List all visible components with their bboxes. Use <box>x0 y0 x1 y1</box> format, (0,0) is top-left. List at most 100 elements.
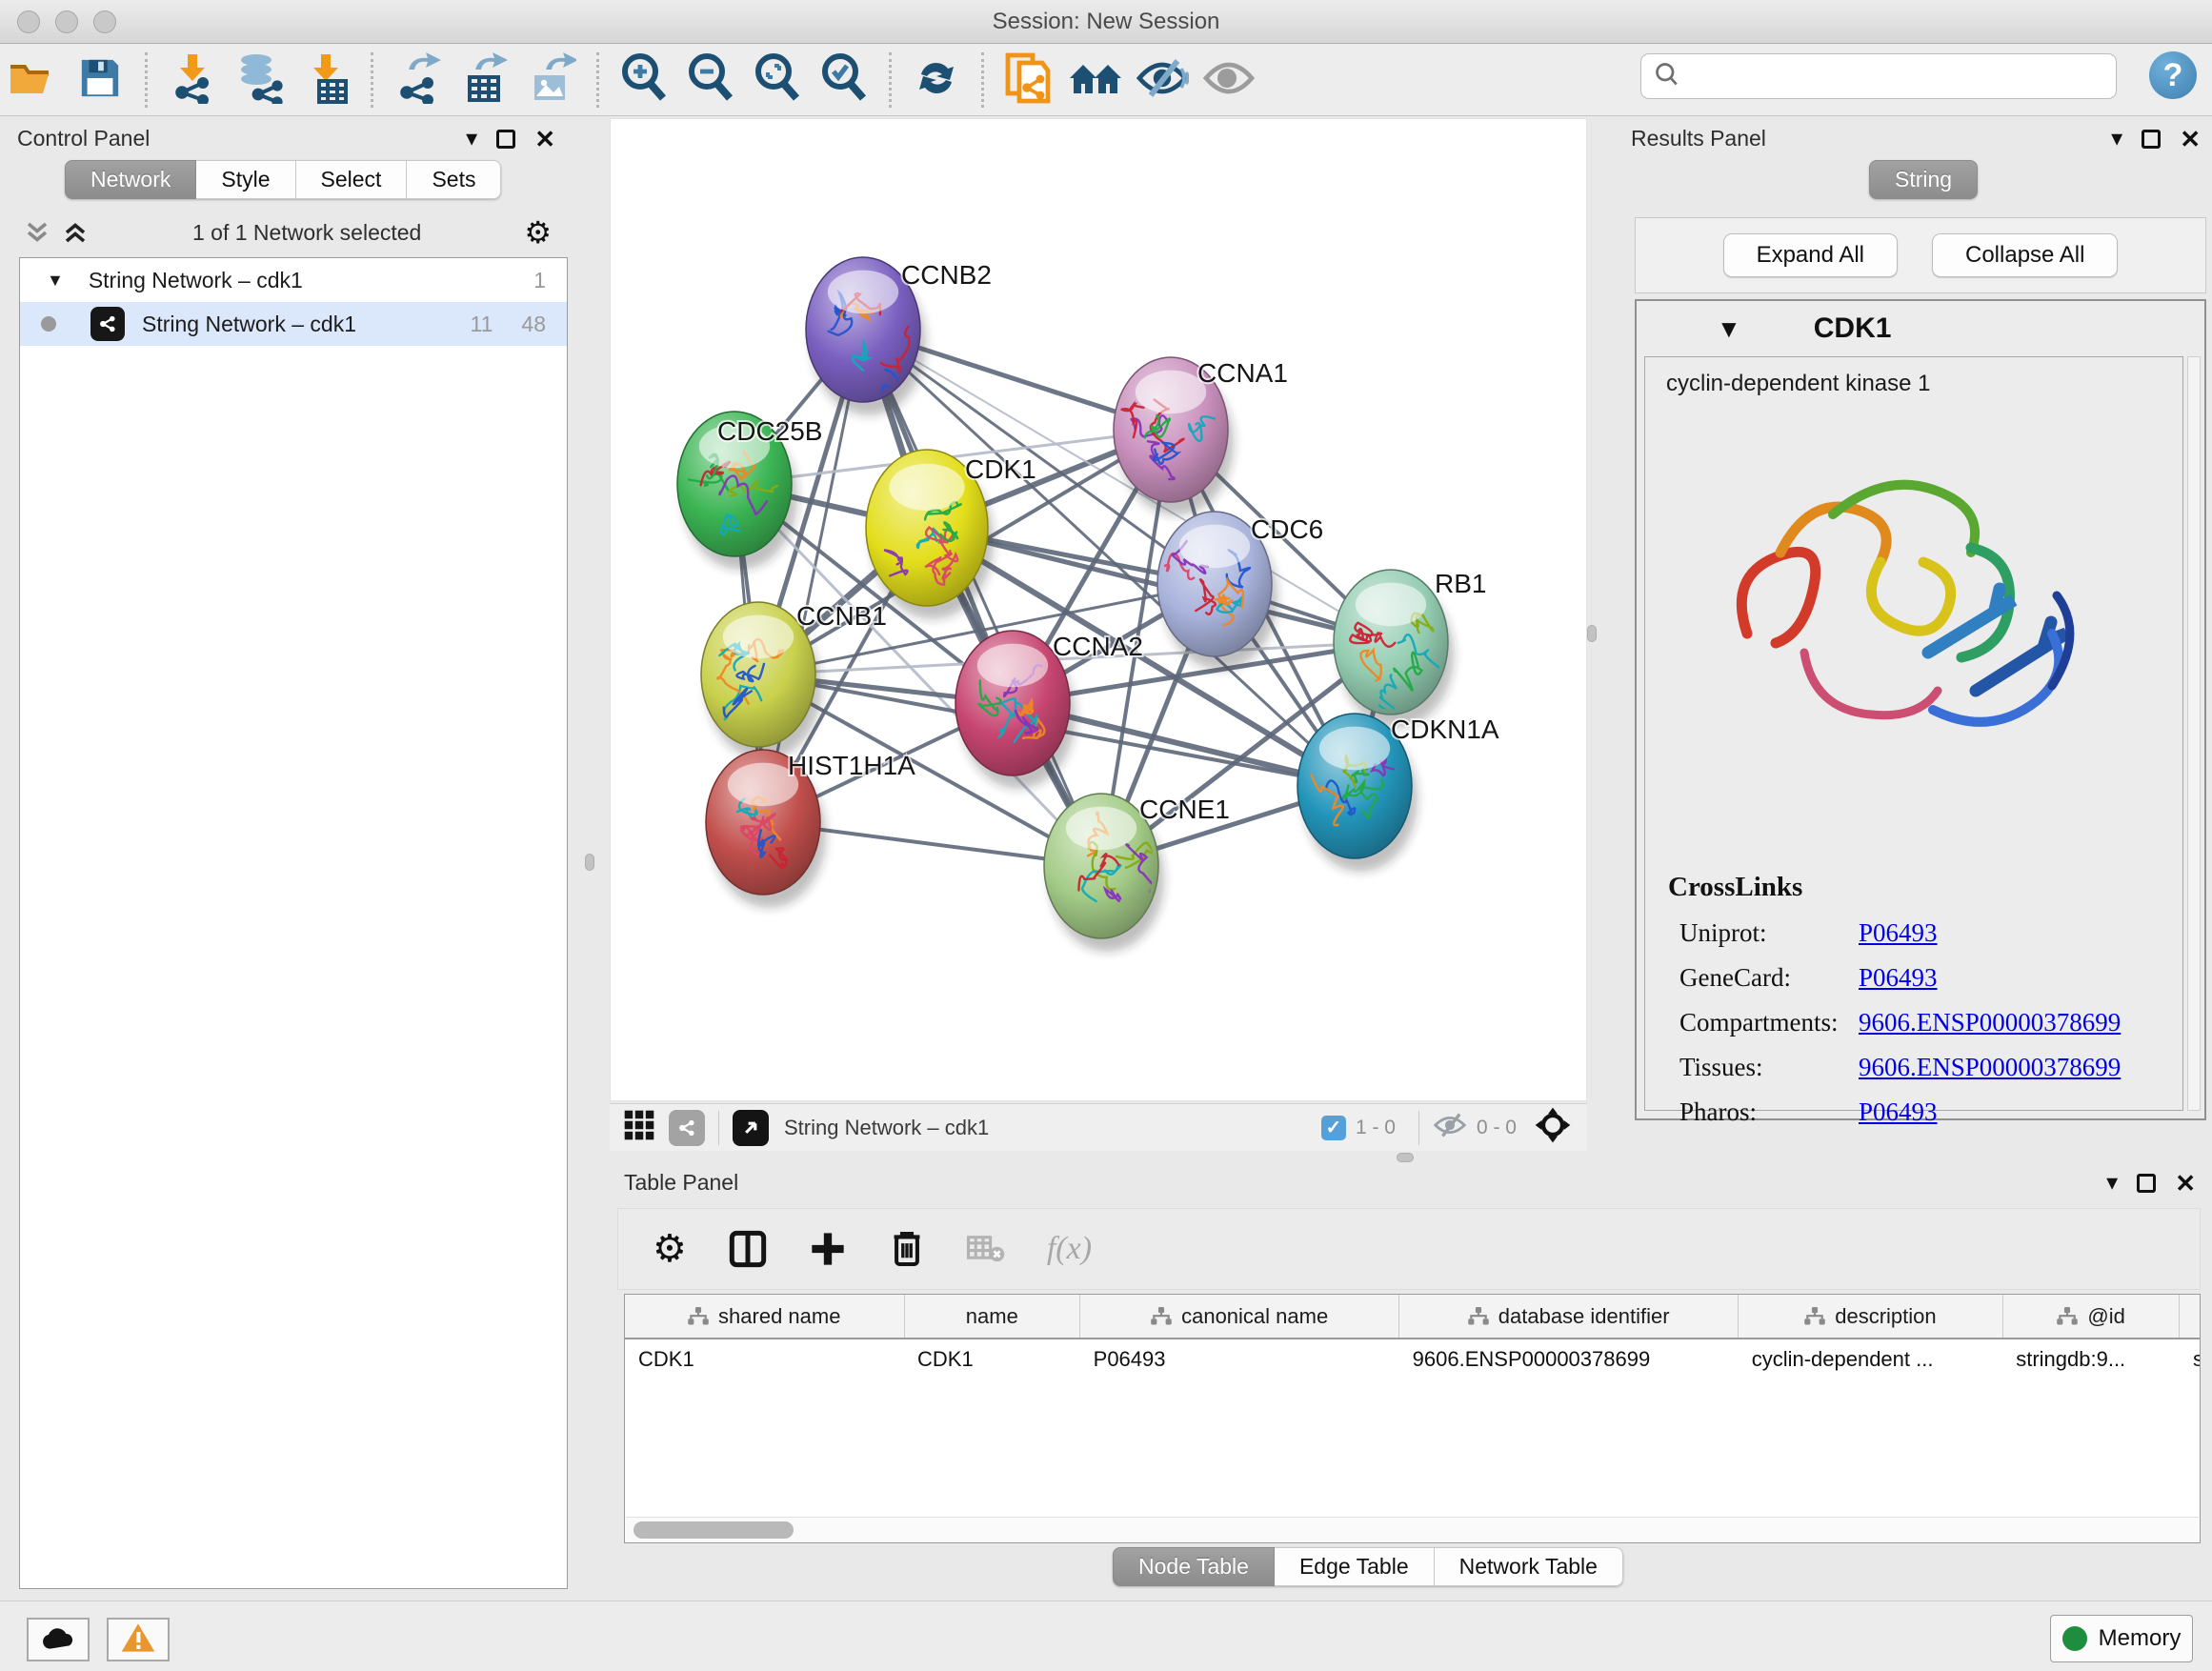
tab-node-table[interactable]: Node Table <box>1113 1547 1275 1586</box>
add-column-icon[interactable] <box>809 1230 847 1268</box>
network-graph[interactable]: CCNB2 CCNA1 CDC25B CDK1 CDC6 RB1 CCNB1 CCNA2 CDK… <box>611 119 1588 1102</box>
crosslink-link[interactable]: P06493 <box>1859 963 1938 993</box>
collapse-all-button[interactable]: Collapse All <box>1932 233 2118 277</box>
tab-edge-table[interactable]: Edge Table <box>1275 1547 1435 1586</box>
column-header[interactable]: canonical name <box>1080 1295 1399 1339</box>
close-panel-icon[interactable]: ✕ <box>534 127 555 151</box>
table-cell[interactable]: CDK1 <box>625 1339 904 1379</box>
import-network-from-file-button[interactable] <box>159 50 226 110</box>
table-row[interactable]: CDK1 CDK1 P06493 9606.ENSP00000378699 cy… <box>625 1339 2201 1379</box>
share-view-icon[interactable] <box>669 1110 705 1146</box>
network-node-label[interactable]: CDKN1A <box>1391 715 1499 744</box>
help-button[interactable]: ? <box>2149 51 2197 99</box>
network-node-label[interactable]: CDC6 <box>1251 514 1323 544</box>
column-header[interactable]: shared name <box>625 1295 904 1339</box>
save-session-button[interactable] <box>67 50 133 110</box>
string-copy-network-button[interactable] <box>995 50 1062 110</box>
panel-menu-caret-icon[interactable]: ▾ <box>2106 1172 2118 1195</box>
right-splitter-handle[interactable] <box>1587 625 1597 642</box>
float-panel-icon[interactable] <box>2142 130 2161 149</box>
network-node-label[interactable]: CCNE1 <box>1139 795 1230 824</box>
table-cell[interactable]: CDK1 <box>904 1339 1080 1379</box>
crosslink-link[interactable]: 9606.ENSP00000378699 <box>1859 1008 2121 1037</box>
refresh-icon <box>912 53 961 108</box>
detach-view-icon[interactable] <box>733 1110 769 1146</box>
tab-sets[interactable]: Sets <box>407 160 501 199</box>
tab-string[interactable]: String <box>1869 160 1978 199</box>
protein-collapse-caret-icon[interactable]: ▼ <box>1717 316 1741 341</box>
results-vertical-scrollbar[interactable] <box>2187 356 2201 1111</box>
table-cell[interactable]: 9606.ENSP00000378699 <box>1399 1339 1739 1379</box>
column-header[interactable]: description <box>1739 1295 2003 1339</box>
left-splitter-handle[interactable] <box>585 854 594 871</box>
float-panel-icon[interactable] <box>496 130 515 149</box>
column-header[interactable]: database identifier <box>1399 1295 1739 1339</box>
panel-menu-caret-icon[interactable]: ▾ <box>466 128 477 151</box>
network-canvas[interactable]: CCNB2 CCNA1 CDC25B CDK1 CDC6 RB1 CCNB1 CCNA2 CDK… <box>610 118 1587 1101</box>
network-options-gear-icon[interactable]: ⚙ <box>524 217 552 248</box>
column-header[interactable]: name <box>904 1295 1080 1339</box>
table-cell[interactable]: cyclin-dependent ... <box>1739 1339 2003 1379</box>
tab-select[interactable]: Select <box>296 160 408 199</box>
selected-nodes-checkbox[interactable]: ✓ <box>1321 1116 1346 1140</box>
network-node-label[interactable]: CCNA2 <box>1053 632 1143 661</box>
protein-header-row[interactable]: ▼ CDK1 <box>1637 301 2204 356</box>
close-panel-icon[interactable]: ✕ <box>2175 1171 2196 1196</box>
network-row[interactable]: String Network – cdk1 11 48 <box>20 302 567 346</box>
network-node-label[interactable]: HIST1H1A <box>788 751 915 780</box>
zoom-out-button[interactable] <box>677 50 744 110</box>
string-home-button[interactable] <box>1062 50 1129 110</box>
column-header[interactable]: namespace <box>2180 1295 2201 1339</box>
open-session-button[interactable] <box>0 50 67 110</box>
collection-caret-icon[interactable]: ▼ <box>47 271 64 291</box>
network-node-label[interactable]: RB1 <box>1435 569 1486 598</box>
table-settings-gear-icon[interactable]: ⚙ <box>653 1230 687 1268</box>
split-columns-icon[interactable] <box>729 1230 767 1268</box>
network-node-label[interactable]: CDK1 <box>965 454 1036 484</box>
network-node-label[interactable]: CDC25B <box>717 416 822 446</box>
export-image-button[interactable] <box>518 50 585 110</box>
memory-button[interactable]: Memory <box>2050 1615 2193 1662</box>
hide-unhide-button[interactable] <box>1129 50 1196 110</box>
apply-layout-button[interactable] <box>903 50 970 110</box>
scrollbar-thumb[interactable] <box>633 1521 794 1539</box>
expand-all-button[interactable]: Expand All <box>1723 233 1898 277</box>
delete-column-trash-icon[interactable] <box>889 1229 925 1269</box>
import-table-button[interactable] <box>292 50 359 110</box>
network-collection-row[interactable]: ▼ String Network – cdk1 1 <box>20 258 567 302</box>
tab-network-table[interactable]: Network Table <box>1435 1547 1623 1586</box>
float-panel-icon[interactable] <box>2137 1174 2156 1193</box>
network-node-label[interactable]: CCNB2 <box>901 260 992 290</box>
zoom-in-button[interactable] <box>611 50 677 110</box>
network-node-label[interactable]: CCNB1 <box>796 601 887 631</box>
show-all-button[interactable] <box>1196 50 1262 110</box>
export-network-button[interactable] <box>385 50 452 110</box>
table-cell[interactable]: stringdb <box>2180 1339 2201 1379</box>
results-panel-title: Results Panel <box>1631 126 1766 151</box>
network-node-label[interactable]: CCNA1 <box>1197 358 1288 388</box>
horizontal-splitter-handle[interactable] <box>1397 1153 1414 1162</box>
table-cell[interactable]: stringdb:9... <box>2002 1339 2180 1379</box>
hidden-eye-slash-icon[interactable] <box>1433 1112 1467 1144</box>
panel-menu-caret-icon[interactable]: ▾ <box>2111 128 2122 151</box>
export-table-button[interactable] <box>452 50 518 110</box>
cloud-status-button[interactable] <box>27 1618 90 1661</box>
birds-eye-navigator-icon[interactable] <box>1534 1106 1572 1150</box>
zoom-selected-button[interactable] <box>811 50 877 110</box>
tab-network[interactable]: Network <box>65 160 196 199</box>
crosslink-link[interactable]: 9606.ENSP00000378699 <box>1859 1053 2121 1082</box>
table-horizontal-scrollbar[interactable] <box>626 1517 2199 1541</box>
collapse-all-networks-icon[interactable] <box>23 218 51 247</box>
import-network-from-database-button[interactable] <box>226 50 292 110</box>
close-panel-icon[interactable]: ✕ <box>2180 127 2201 151</box>
grid-view-icon[interactable] <box>623 1109 655 1147</box>
column-header[interactable]: @id <box>2002 1295 2180 1339</box>
expand-all-networks-icon[interactable] <box>61 218 90 247</box>
zoom-fit-button[interactable] <box>744 50 811 110</box>
crosslink-link[interactable]: P06493 <box>1859 918 1938 948</box>
warnings-button[interactable] <box>107 1618 170 1661</box>
tab-style[interactable]: Style <box>196 160 295 199</box>
search-input[interactable] <box>1681 57 2116 95</box>
crosslink-link[interactable]: P06493 <box>1859 1097 1938 1127</box>
table-cell[interactable]: P06493 <box>1080 1339 1399 1379</box>
